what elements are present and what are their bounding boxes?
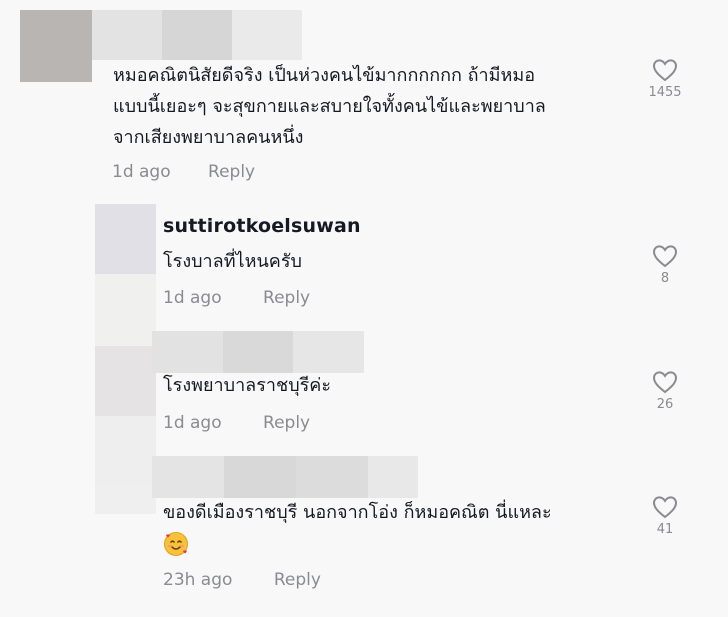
heart-icon bbox=[652, 245, 678, 268]
comment-meta: 1d ago Reply bbox=[163, 413, 310, 433]
smiling-face-with-hearts-icon bbox=[163, 531, 189, 557]
comment-meta: 23h ago Reply bbox=[163, 570, 321, 590]
heart-icon bbox=[652, 371, 678, 394]
like-count: 8 bbox=[660, 271, 670, 286]
comment-time: 1d ago bbox=[112, 162, 171, 182]
avatar[interactable] bbox=[95, 486, 156, 514]
reply-button[interactable]: Reply bbox=[274, 570, 321, 590]
avatar-blur-lower bbox=[95, 416, 156, 486]
like-button[interactable]: 26 bbox=[645, 370, 685, 412]
comment-time: 1d ago bbox=[163, 288, 222, 308]
reply-button[interactable]: Reply bbox=[263, 413, 310, 433]
comment-text: โรงบาลที่ไหนครับ bbox=[163, 251, 302, 272]
like-count: 26 bbox=[656, 397, 674, 412]
like-count: 41 bbox=[656, 522, 674, 537]
like-count: 1455 bbox=[648, 85, 682, 100]
comment-text: โรงพยาบาลราชบุรีค่ะ bbox=[163, 375, 332, 396]
like-button[interactable]: 8 bbox=[645, 244, 685, 286]
username-blurred[interactable] bbox=[92, 10, 302, 60]
like-button[interactable]: 41 bbox=[645, 495, 685, 537]
comment-text: ของดีเมืองราชบุรี นอกจากโอ่ง ก็หมอคณิต น… bbox=[163, 497, 552, 559]
reply-button[interactable]: Reply bbox=[263, 288, 310, 308]
username[interactable]: suttirotkoelsuwan bbox=[163, 215, 361, 237]
reply-button[interactable]: Reply bbox=[208, 162, 255, 182]
username-blurred[interactable] bbox=[152, 456, 418, 498]
avatar[interactable] bbox=[20, 10, 92, 82]
avatar[interactable] bbox=[95, 346, 156, 416]
comment-meta: 1d ago Reply bbox=[163, 288, 310, 308]
like-button[interactable]: 1455 bbox=[645, 58, 685, 100]
comment-time: 23h ago bbox=[163, 570, 233, 590]
comment-text: หมอคณิตนิสัยดีจริง เป็นห่วงคนไข้มากกกกกก… bbox=[113, 65, 546, 148]
username-blurred[interactable] bbox=[152, 331, 365, 373]
avatar[interactable] bbox=[95, 204, 156, 274]
comment-time: 1d ago bbox=[163, 413, 222, 433]
heart-icon bbox=[652, 496, 678, 519]
comment-meta: 1d ago Reply bbox=[112, 162, 255, 182]
avatar-blur-lower bbox=[95, 274, 156, 346]
heart-icon bbox=[652, 59, 678, 82]
